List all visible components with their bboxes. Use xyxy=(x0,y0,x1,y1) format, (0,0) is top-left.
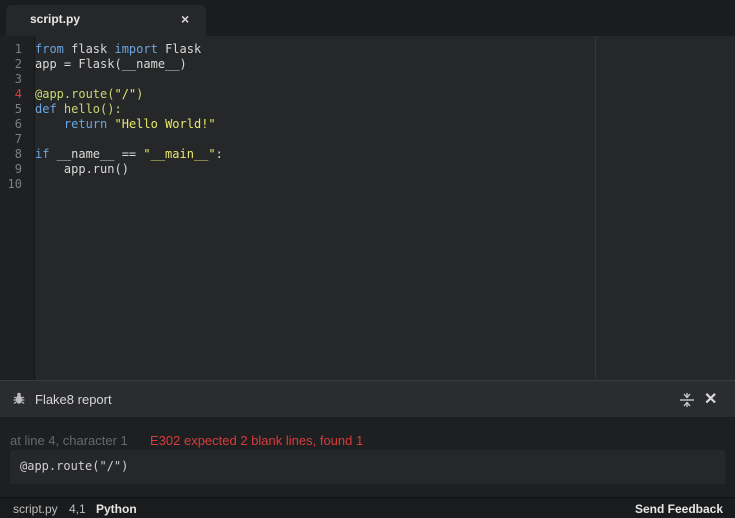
code-line[interactable]: app.run() xyxy=(35,162,129,177)
tab-label: script.py xyxy=(30,12,81,26)
line-number: 4 xyxy=(14,87,22,101)
code-token: return xyxy=(63,117,108,131)
line-number: 7 xyxy=(14,132,22,146)
line-number-gutter: 1 2 3 4 5 6 7 8 9 10 xyxy=(0,36,35,380)
line-number: 10 xyxy=(7,177,22,191)
bug-icon xyxy=(13,392,25,410)
snippet-text: @app.route("/") xyxy=(20,459,129,473)
code-token: if xyxy=(35,147,50,161)
code-editor[interactable]: 1 2 3 4 5 6 7 8 9 10 from flask import Flask app =… xyxy=(0,36,735,380)
line-number: 6 xyxy=(14,117,22,131)
line-number: 2 xyxy=(14,57,22,71)
code-snippet: @app.route("/") xyxy=(10,450,725,484)
line-number: 5 xyxy=(14,102,22,116)
code-token: app.run() xyxy=(35,162,129,176)
code-token: app = Flask(__name__) xyxy=(35,57,187,71)
send-feedback-link[interactable]: Send Feedback xyxy=(635,502,723,516)
flake8-panel-body: at line 4, character 1 E302 expected 2 b… xyxy=(0,417,735,497)
code-token: Flask xyxy=(157,42,202,56)
code-line[interactable]: if __name__ == "__main__": xyxy=(35,147,223,162)
status-file-name: script.py xyxy=(13,502,58,516)
error-location[interactable]: at line 4, character 1 xyxy=(10,433,128,448)
tab-bar: script.py × xyxy=(0,0,735,36)
line-number: 3 xyxy=(14,72,22,86)
code-line[interactable]: def hello(): xyxy=(35,102,122,117)
code-token: from xyxy=(35,42,64,56)
status-language[interactable]: Python xyxy=(96,502,137,516)
column-ruler xyxy=(595,36,596,380)
collapse-panel-icon[interactable] xyxy=(680,393,694,412)
error-message[interactable]: E302 expected 2 blank lines, found 1 xyxy=(150,433,363,448)
status-cursor-position[interactable]: 4,1 xyxy=(69,502,86,516)
code-token: @app.route( xyxy=(35,87,115,101)
code-token: flask xyxy=(63,42,115,56)
code-token: hello(): xyxy=(56,102,122,116)
code-token: import xyxy=(114,42,158,56)
code-token: "/" xyxy=(114,87,137,101)
code-token: "Hello World!" xyxy=(114,117,216,131)
code-token: ) xyxy=(136,87,144,101)
panel-close-icon[interactable]: ✕ xyxy=(704,389,717,409)
line-number: 9 xyxy=(14,162,22,176)
code-line[interactable]: @app.route("/") xyxy=(35,87,143,102)
code-line[interactable]: from flask import Flask xyxy=(35,42,201,57)
code-line[interactable]: return "Hello World!" xyxy=(35,117,216,132)
status-bar: script.py 4,1 Python Send Feedback xyxy=(0,497,735,518)
code-token: def xyxy=(35,102,57,116)
code-token: : xyxy=(215,147,223,161)
code-line[interactable]: app = Flask(__name__) xyxy=(35,57,187,72)
line-number: 8 xyxy=(14,147,22,161)
flake8-panel-header: Flake8 report ✕ xyxy=(0,380,735,417)
line-number: 1 xyxy=(14,42,22,56)
panel-title: Flake8 report xyxy=(35,392,112,407)
code-token: "__main__" xyxy=(143,147,216,161)
tab-close-icon[interactable]: × xyxy=(181,11,189,27)
tab-script-py[interactable]: script.py × xyxy=(6,5,206,36)
code-token: __name__ == xyxy=(49,147,144,161)
